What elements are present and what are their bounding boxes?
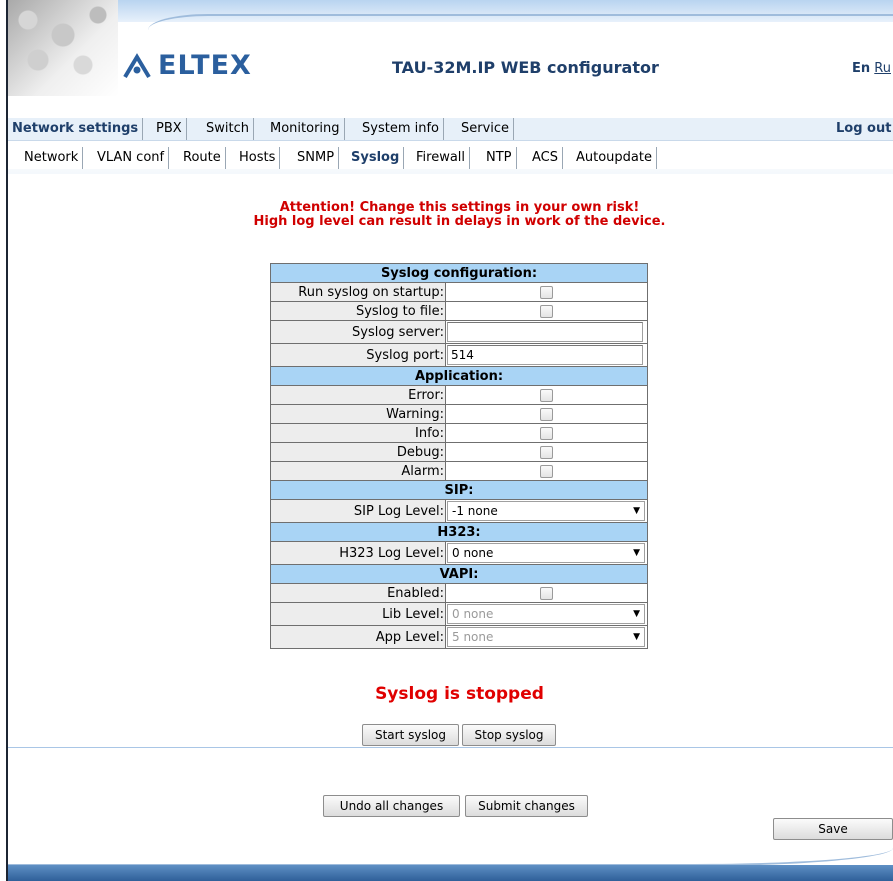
section-syslog-configuration: Syslog configuration:: [270, 263, 648, 283]
section-application: Application:: [270, 366, 648, 386]
main-menu: Network settings PBX Switch Monitoring S…: [8, 118, 893, 141]
submenu-syslog[interactable]: Syslog: [347, 147, 405, 169]
syslog-port-input[interactable]: 514: [447, 345, 643, 365]
logo-text: ELTEX: [158, 50, 252, 81]
syslog-server-input[interactable]: [447, 322, 643, 342]
vapi-enabled-label: Enabled:: [270, 583, 446, 603]
chevron-down-icon: ▼: [633, 548, 640, 558]
header-decor-curve: [148, 14, 893, 32]
submenu-route[interactable]: Route: [179, 147, 226, 169]
lib-level-select[interactable]: 0 none ▼: [447, 604, 645, 624]
app-level-select[interactable]: 5 none ▼: [447, 627, 645, 647]
divider: [8, 747, 893, 748]
page-title: TAU-32M.IP WEB configurator: [392, 58, 659, 77]
sip-log-level-select[interactable]: -1 none ▼: [447, 501, 645, 521]
chevron-down-icon: ▼: [633, 506, 640, 516]
menu-pbx[interactable]: PBX: [152, 118, 187, 140]
submenu-snmp[interactable]: SNMP: [293, 147, 340, 169]
info-label: Info:: [270, 423, 446, 443]
row-app-level: App Level: 5 none ▼: [270, 625, 648, 649]
sub-menu: Network VLAN conf Route Hosts SNMP Syslo…: [8, 147, 893, 169]
row-vapi-enabled: Enabled:: [270, 583, 648, 603]
row-debug: Debug:: [270, 442, 648, 462]
info-checkbox[interactable]: [540, 426, 553, 440]
footer-decor-curve: [8, 848, 893, 866]
menu-service[interactable]: Service: [457, 118, 515, 140]
menu-network-settings[interactable]: Network settings: [8, 118, 144, 140]
syslog-to-file-checkbox[interactable]: [540, 304, 553, 318]
stop-syslog-button[interactable]: Stop syslog: [462, 724, 556, 746]
language-switch: En Ru: [852, 61, 891, 76]
app-level-label: App Level:: [270, 625, 446, 649]
error-checkbox[interactable]: [540, 388, 553, 402]
row-lib-level: Lib Level: 0 none ▼: [270, 602, 648, 626]
h323-log-level-select[interactable]: 0 none ▼: [447, 543, 645, 563]
run-on-startup-label: Run syslog on startup:: [270, 282, 446, 302]
submit-changes-button[interactable]: Submit changes: [465, 795, 588, 817]
alarm-checkbox[interactable]: [540, 464, 553, 478]
debug-checkbox[interactable]: [540, 445, 553, 459]
h323-log-level-value: 0 none: [452, 546, 494, 560]
warning-line-1: Attention! Change this settings in your …: [279, 200, 640, 215]
section-h323: H323:: [270, 522, 648, 542]
syslog-status-text: Syslog is stopped: [375, 684, 544, 704]
footer-bar: [8, 865, 893, 881]
lib-level-value: 0 none: [452, 607, 494, 621]
alarm-label: Alarm:: [270, 461, 446, 481]
error-label: Error:: [270, 385, 446, 405]
eltex-logo-icon: [123, 52, 151, 78]
header-photo: [8, 0, 118, 96]
sip-log-level-value: -1 none: [452, 504, 498, 518]
row-syslog-server: Syslog server:: [270, 320, 648, 344]
start-syslog-button[interactable]: Start syslog: [362, 724, 459, 746]
submenu-network[interactable]: Network: [20, 147, 84, 169]
menu-system-info[interactable]: System info: [358, 118, 444, 140]
row-h323-log-level: H323 Log Level: 0 none ▼: [270, 541, 648, 565]
row-info: Info:: [270, 423, 648, 443]
h323-log-level-label: H323 Log Level:: [270, 541, 446, 565]
vapi-enabled-checkbox[interactable]: [540, 586, 553, 600]
submenu-firewall[interactable]: Firewall: [412, 147, 471, 169]
section-sip: SIP:: [270, 480, 648, 500]
row-syslog-to-file: Syslog to file:: [270, 301, 648, 321]
warning-label: Warning:: [270, 404, 446, 424]
submenu-ntp[interactable]: NTP: [482, 147, 517, 169]
logout-link[interactable]: Log out: [836, 118, 891, 140]
run-on-startup-checkbox[interactable]: [540, 285, 553, 299]
lang-ru-link[interactable]: Ru: [874, 61, 891, 76]
save-button[interactable]: Save: [773, 818, 893, 840]
row-syslog-port: Syslog port: 514: [270, 343, 648, 367]
syslog-to-file-label: Syslog to file:: [270, 301, 446, 321]
submenu-hosts[interactable]: Hosts: [235, 147, 281, 169]
undo-all-changes-button[interactable]: Undo all changes: [323, 795, 460, 817]
row-error: Error:: [270, 385, 648, 405]
sip-log-level-label: SIP Log Level:: [270, 499, 446, 523]
chevron-down-icon: ▼: [633, 632, 640, 642]
lib-level-label: Lib Level:: [270, 602, 446, 626]
row-run-on-startup: Run syslog on startup:: [270, 282, 648, 302]
app-level-value: 5 none: [452, 630, 494, 644]
syslog-server-label: Syslog server:: [270, 320, 446, 344]
menu-monitoring[interactable]: Monitoring: [266, 118, 345, 140]
row-sip-log-level: SIP Log Level: -1 none ▼: [270, 499, 648, 523]
eltex-logo: ELTEX: [122, 50, 252, 81]
debug-label: Debug:: [270, 442, 446, 462]
menu-switch[interactable]: Switch: [202, 118, 254, 140]
header: ELTEX TAU-32M.IP WEB configurator En Ru: [8, 0, 893, 96]
row-alarm: Alarm:: [270, 461, 648, 481]
lang-en: En: [852, 61, 871, 76]
syslog-config-table: Syslog configuration: Run syslog on star…: [270, 263, 648, 649]
warning-checkbox[interactable]: [540, 407, 553, 421]
submenu-vlan-conf[interactable]: VLAN conf: [93, 147, 170, 169]
chevron-down-icon: ▼: [633, 609, 640, 619]
section-vapi: VAPI:: [270, 564, 648, 584]
submenu-autoupdate[interactable]: Autoupdate: [572, 147, 657, 169]
app-frame: ELTEX TAU-32M.IP WEB configurator En Ru …: [6, 0, 893, 881]
warning-line-2: High log level can result in delays in w…: [253, 214, 666, 229]
submenu-acs[interactable]: ACS: [528, 147, 563, 169]
row-warning: Warning:: [270, 404, 648, 424]
syslog-port-label: Syslog port:: [270, 343, 446, 367]
